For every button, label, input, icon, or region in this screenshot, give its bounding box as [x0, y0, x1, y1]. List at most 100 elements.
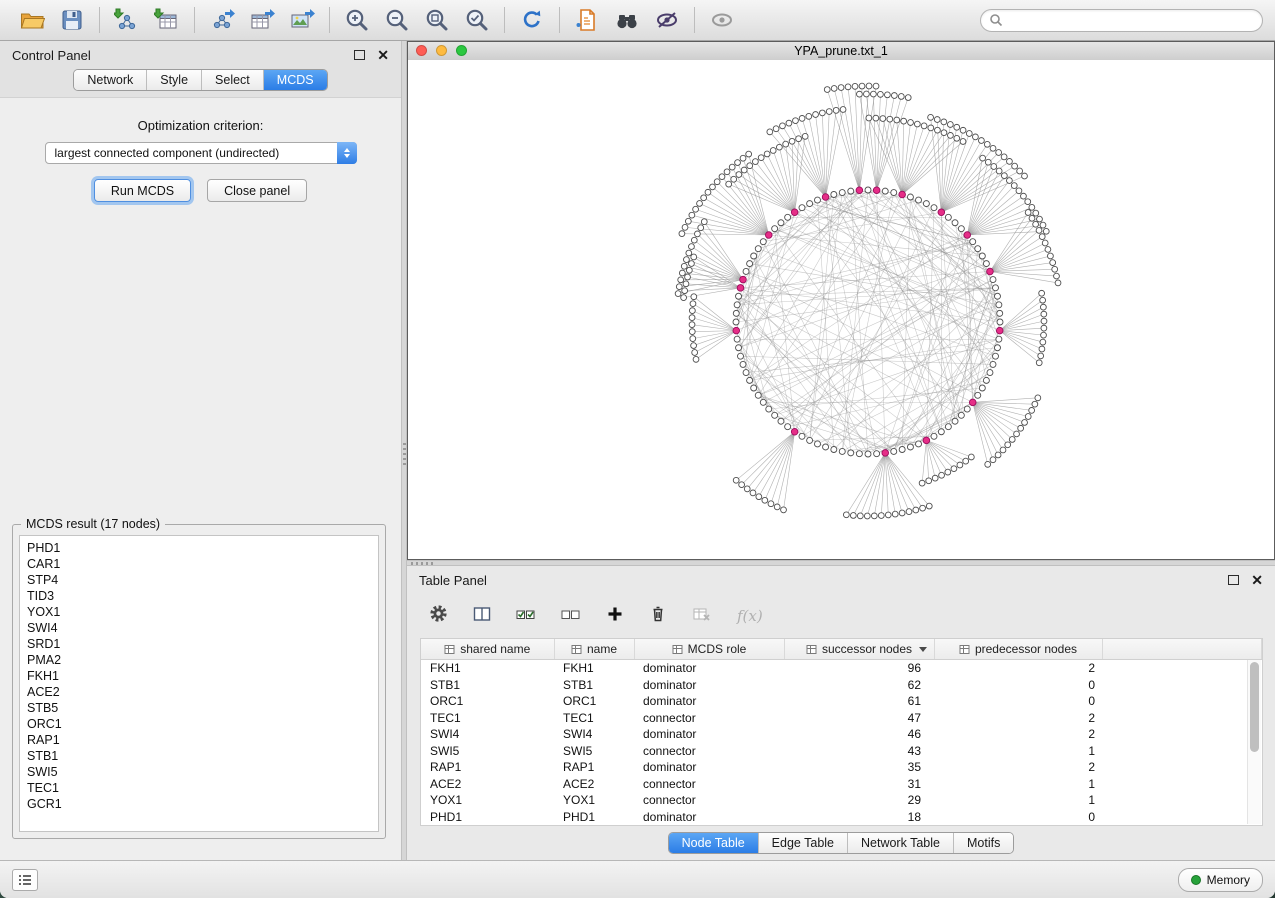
float-panel-button[interactable] [354, 50, 365, 60]
mcds-result-item[interactable]: CAR1 [27, 556, 371, 572]
table-scrollbar[interactable] [1247, 660, 1261, 824]
column-header-mcds-role[interactable]: MCDS role [634, 639, 784, 660]
split-columns-button[interactable] [473, 605, 491, 628]
mcds-result-item[interactable]: ACE2 [27, 684, 371, 700]
eye-icon [709, 7, 735, 33]
table-panel: Table Panel ✕ [407, 566, 1275, 860]
mcds-result-item[interactable]: STB5 [27, 700, 371, 716]
scrollbar-thumb[interactable] [1250, 662, 1259, 752]
mcds-result-item[interactable]: YOX1 [27, 604, 371, 620]
export-image-button[interactable] [282, 5, 322, 35]
column-header-name[interactable]: name [554, 639, 634, 660]
toolbar-separator [504, 7, 505, 33]
column-header-predecessor-nodes[interactable]: predecessor nodes [934, 639, 1102, 660]
close-table-panel-button[interactable]: ✕ [1251, 573, 1263, 587]
open-session-button[interactable] [12, 5, 52, 35]
close-window-icon[interactable] [416, 45, 427, 56]
mcds-result-item[interactable]: TID3 [27, 588, 371, 604]
criterion-select[interactable]: largest connected component (undirected) [45, 142, 357, 164]
tab-mcds[interactable]: MCDS [263, 70, 327, 90]
table-row[interactable]: PHD1PHD1dominator180 [421, 809, 1262, 826]
tab-network[interactable]: Network [74, 70, 146, 90]
table-row[interactable]: SWI4SWI4dominator462 [421, 726, 1262, 743]
toolbar-separator [194, 7, 195, 33]
hide-glasses-icon [654, 7, 680, 33]
mcds-result-list[interactable]: PHD1CAR1STP4TID3YOX1SWI4SRD1PMA2FKH1ACE2… [19, 535, 379, 832]
table-row[interactable]: FKH1FKH1dominator962 [421, 660, 1262, 677]
tab-edge-table[interactable]: Edge Table [758, 833, 847, 853]
mcds-result-item[interactable]: SWI5 [27, 764, 371, 780]
close-panel-button[interactable]: ✕ [377, 48, 389, 62]
export-document-button[interactable] [567, 5, 607, 35]
mcds-result-item[interactable]: STP4 [27, 572, 371, 588]
table-row[interactable]: YOX1YOX1connector291 [421, 792, 1262, 809]
mcds-result-item[interactable]: SRD1 [27, 636, 371, 652]
search-network-button[interactable] [607, 5, 647, 35]
column-header-shared-name[interactable]: shared name [421, 639, 554, 660]
network-canvas[interactable] [408, 60, 1274, 559]
toolbar-separator [559, 7, 560, 33]
zoom-in-button[interactable] [337, 5, 377, 35]
mcds-result-item[interactable]: ORC1 [27, 716, 371, 732]
column-header-successor-nodes[interactable]: successor nodes [784, 639, 934, 660]
table-panel-title: Table Panel [419, 573, 487, 588]
search-field[interactable] [980, 9, 1263, 32]
tab-motifs[interactable]: Motifs [953, 833, 1013, 853]
zoom-fit-button[interactable] [417, 5, 457, 35]
table-row[interactable]: ACE2ACE2connector311 [421, 776, 1262, 793]
close-panel-action-button[interactable]: Close panel [207, 179, 307, 202]
tab-select[interactable]: Select [201, 70, 263, 90]
mcds-result-item[interactable]: SWI4 [27, 620, 371, 636]
mcds-result-item[interactable]: FKH1 [27, 668, 371, 684]
show-eye-button[interactable] [702, 5, 742, 35]
export-image-icon [289, 7, 315, 33]
zoom-out-icon [384, 7, 410, 33]
select-stepper-icon [337, 142, 357, 164]
show-panel-list-button[interactable] [12, 869, 38, 891]
table-row[interactable]: TEC1TEC1connector472 [421, 710, 1262, 727]
minimize-window-icon[interactable] [436, 45, 447, 56]
import-network-button[interactable] [107, 5, 147, 35]
export-network-button[interactable] [202, 5, 242, 35]
table-row[interactable]: STB1STB1dominator620 [421, 677, 1262, 694]
network-window-titlebar[interactable]: YPA_prune.txt_1 [408, 42, 1274, 61]
mcds-result-item[interactable]: PHD1 [27, 540, 371, 556]
export-table-button[interactable] [242, 5, 282, 35]
hide-panels-button[interactable] [647, 5, 687, 35]
table-settings-button[interactable] [429, 604, 448, 628]
function-builder-button[interactable]: f(x) [737, 607, 763, 625]
mcds-result-item[interactable]: RAP1 [27, 732, 371, 748]
refresh-button[interactable] [512, 5, 552, 35]
memory-button[interactable]: Memory [1178, 868, 1263, 892]
select-all-button[interactable] [516, 605, 536, 628]
import-table-button[interactable] [147, 5, 187, 35]
run-mcds-button[interactable]: Run MCDS [94, 179, 191, 202]
table-row[interactable]: RAP1RAP1dominator352 [421, 759, 1262, 776]
table-row[interactable]: SWI5SWI5connector431 [421, 743, 1262, 760]
float-table-panel-button[interactable] [1228, 575, 1239, 585]
tab-node-table[interactable]: Node Table [669, 833, 758, 853]
maximize-window-icon[interactable] [456, 45, 467, 56]
node-table: shared name name MCDS role successor nod… [420, 638, 1263, 826]
zoom-selected-button[interactable] [457, 5, 497, 35]
mcds-result-item[interactable]: GCR1 [27, 796, 371, 812]
table-panel-tabs: Node TableEdge TableNetwork TableMotifs [668, 832, 1015, 854]
search-input[interactable] [1007, 12, 1254, 28]
toolbar-separator [694, 7, 695, 33]
delete-entry-button[interactable] [649, 604, 667, 628]
add-entry-button[interactable] [606, 605, 624, 628]
mcds-result-item[interactable]: PMA2 [27, 652, 371, 668]
table-row[interactable]: ORC1ORC1dominator610 [421, 693, 1262, 710]
zoom-out-button[interactable] [377, 5, 417, 35]
table-header-row: shared name name MCDS role successor nod… [421, 639, 1262, 660]
delete-table-button[interactable] [692, 605, 712, 628]
mcds-result-item[interactable]: STB1 [27, 748, 371, 764]
criterion-selected-value: largest connected component (undirected) [55, 146, 280, 160]
tab-style[interactable]: Style [146, 70, 201, 90]
save-session-button[interactable] [52, 5, 92, 35]
sort-caret-icon[interactable] [919, 647, 927, 652]
tab-network-table[interactable]: Network Table [847, 833, 953, 853]
deselect-all-button[interactable] [561, 605, 581, 628]
mcds-result-item[interactable]: TEC1 [27, 780, 371, 796]
network-graph[interactable] [408, 60, 1274, 559]
